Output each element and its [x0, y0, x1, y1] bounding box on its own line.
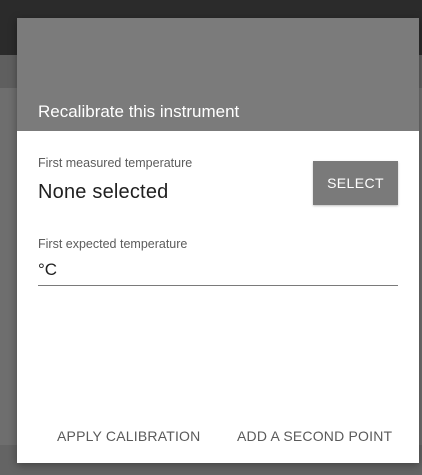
temperature-unit: °C	[38, 260, 58, 279]
first-expected-temperature-input[interactable]: °C	[38, 257, 398, 286]
add-second-point-button[interactable]: ADD A SECOND POINT	[237, 428, 392, 444]
dialog-header: Recalibrate this instrument	[17, 18, 419, 131]
first-measured-temperature-value: None selected	[38, 181, 169, 203]
first-expected-temperature-label: First expected temperature	[38, 237, 188, 251]
recalibrate-dialog: Recalibrate this instrument First measur…	[17, 18, 419, 463]
first-measured-temperature-label: First measured temperature	[38, 156, 193, 170]
dialog-title: Recalibrate this instrument	[38, 102, 240, 121]
select-button[interactable]: SELECT	[313, 161, 398, 205]
apply-calibration-button[interactable]: APPLY CALIBRATION	[57, 428, 200, 444]
screen: Recalibrate this instrument First measur…	[0, 0, 422, 475]
